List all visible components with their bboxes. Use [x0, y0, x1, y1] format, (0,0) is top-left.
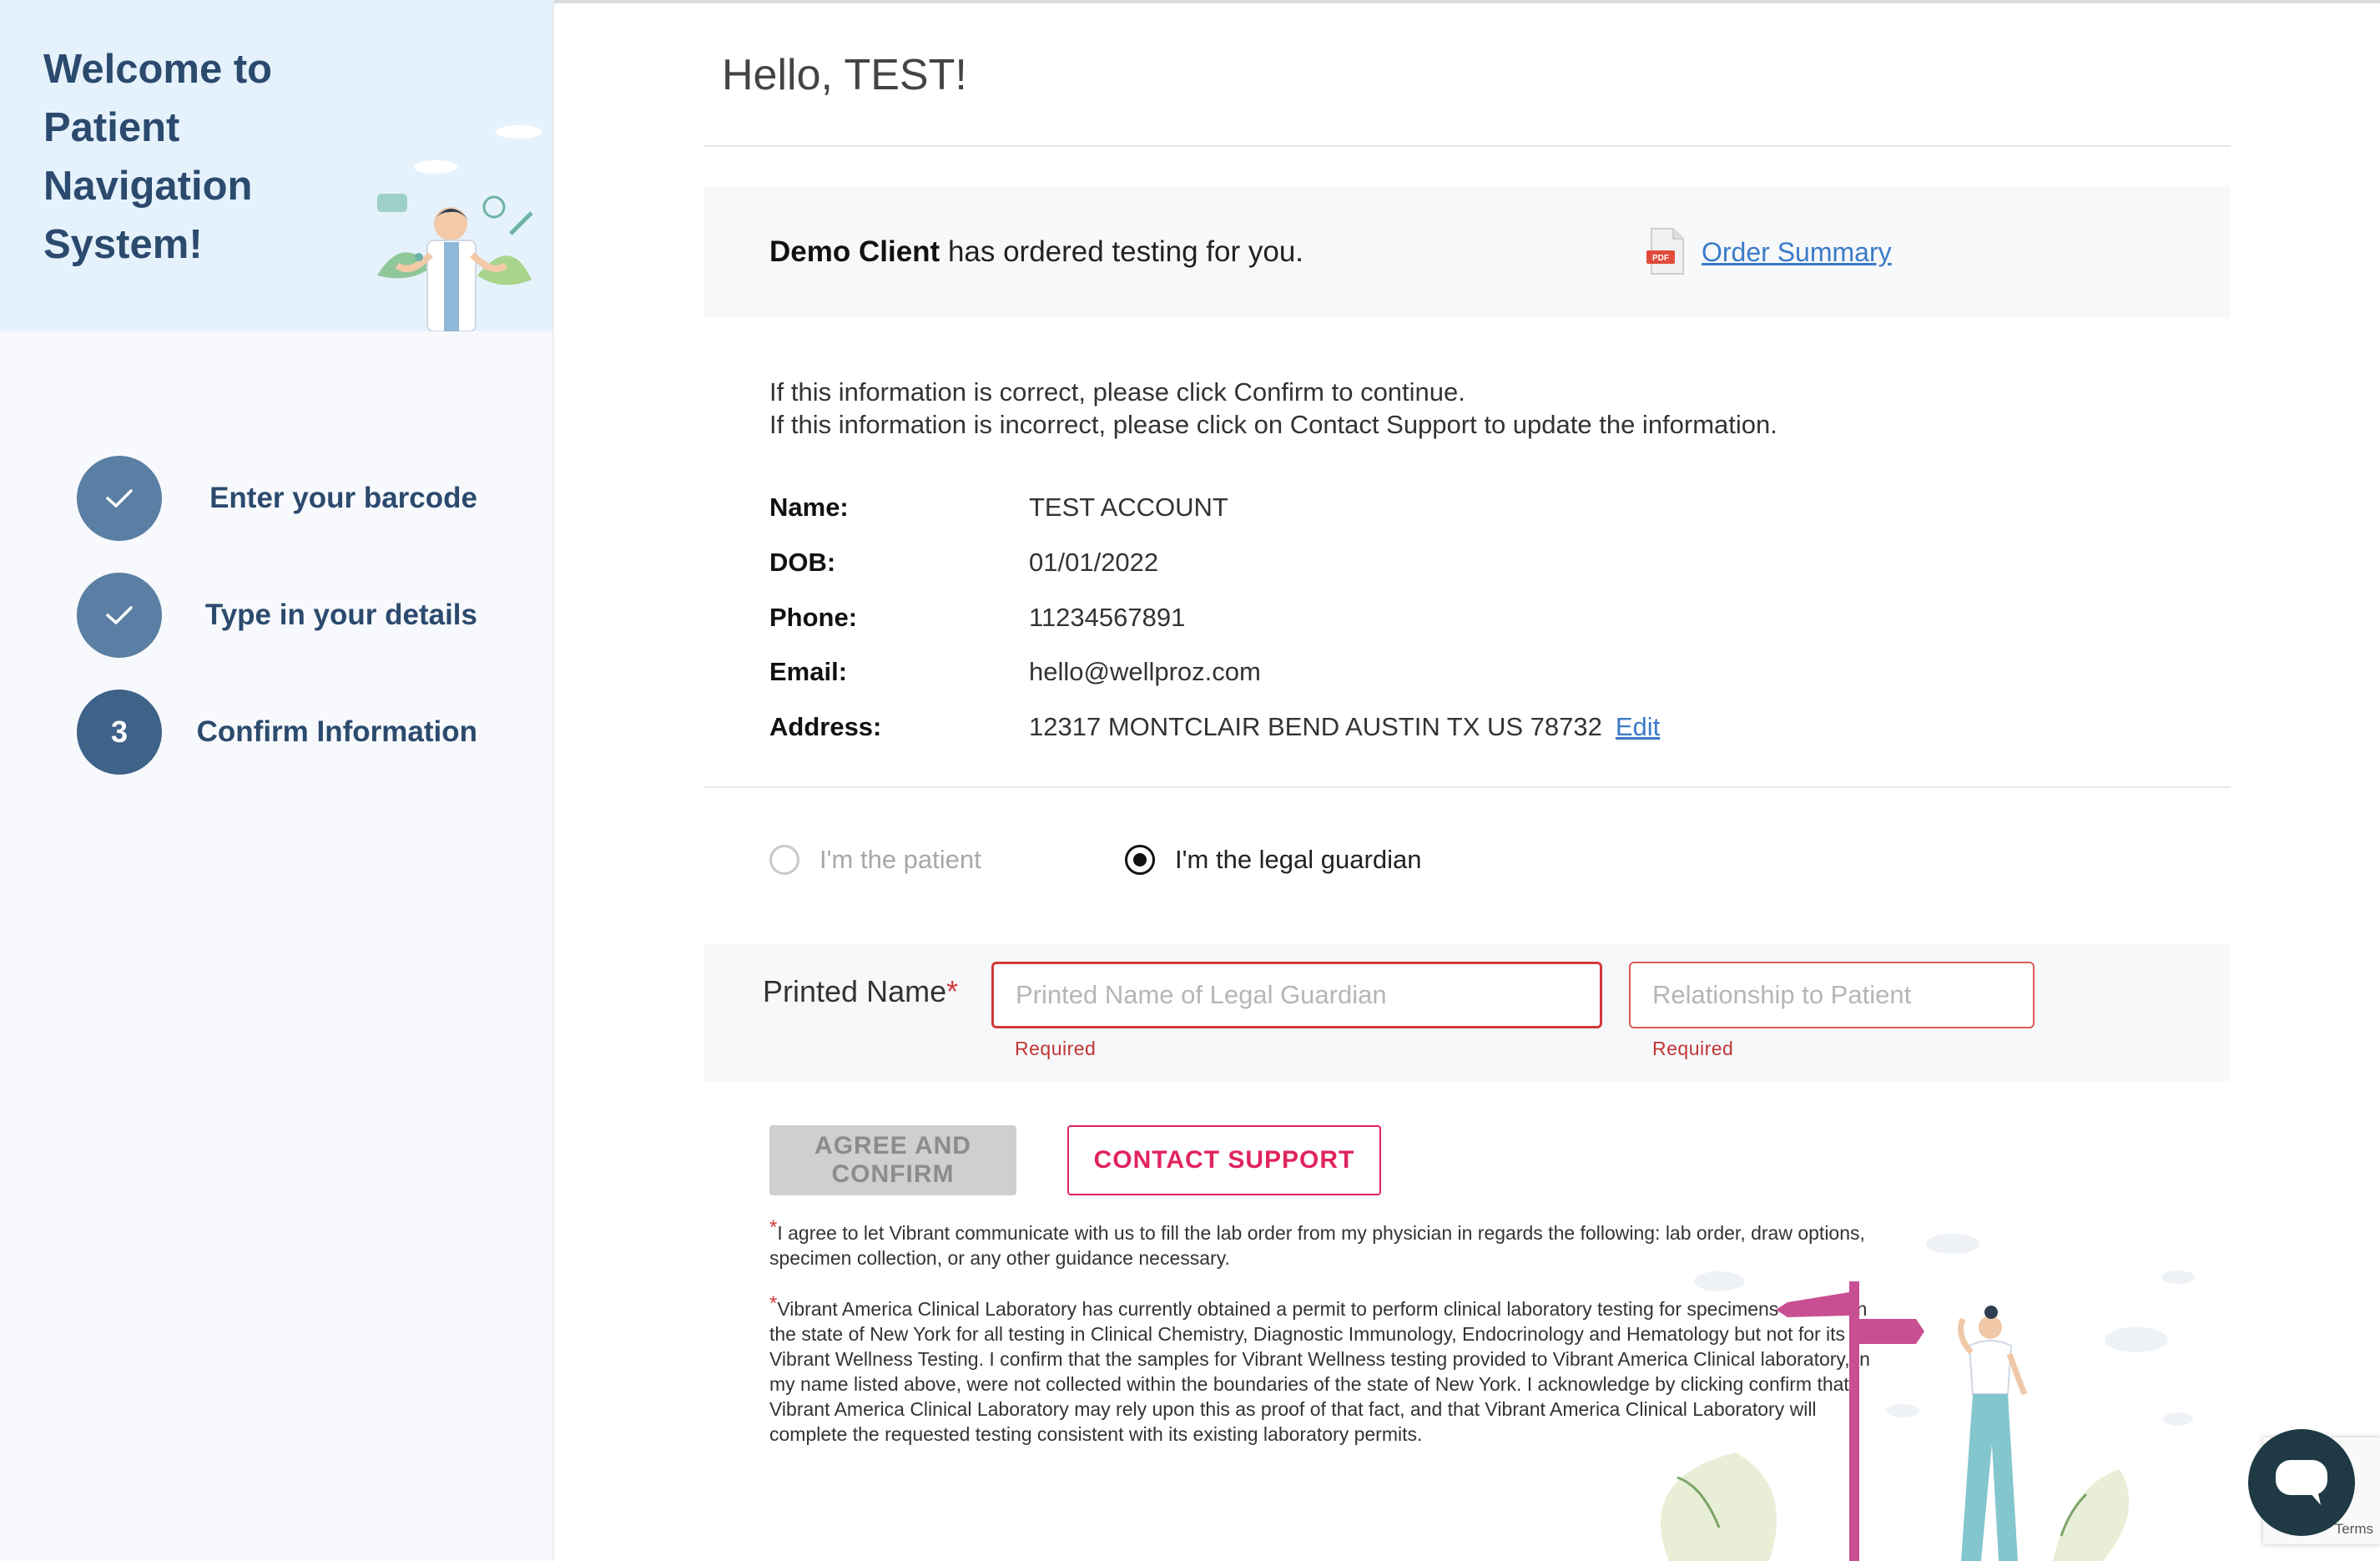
step-number-badge: 3	[77, 690, 162, 775]
phone-label: Phone:	[769, 603, 858, 632]
client-name: Demo Client	[769, 235, 940, 268]
relationship-input[interactable]	[1629, 962, 2035, 1028]
checkmark-icon	[106, 489, 133, 508]
sidebar-header: Welcome to Patient Navigation System!	[0, 0, 552, 331]
chat-bubble-icon	[2276, 1460, 2327, 1505]
agree-confirm-button[interactable]: AGREE AND CONFIRM	[769, 1125, 1016, 1195]
step-confirm-information: 3 Confirm Information	[77, 690, 477, 775]
name-value: TEST ACCOUNT	[1029, 493, 1228, 522]
instruction-line: If this information is incorrect, please…	[769, 410, 1777, 439]
role-option-patient[interactable]: I'm the patient	[769, 839, 981, 881]
relationship-error: Required	[1652, 1038, 1734, 1059]
welcome-title: Welcome to Patient Navigation System!	[43, 47, 273, 267]
radio-unchecked[interactable]	[769, 845, 799, 875]
signature-section: Printed Name* Required Required	[703, 944, 2231, 1081]
email-label: Email:	[769, 657, 848, 686]
order-summary-link[interactable]: Order Summary	[1702, 187, 1892, 317]
printed-name-error: Required	[1015, 1038, 1097, 1059]
checkmark-icon	[106, 606, 133, 624]
order-message-text: has ordered testing for you.	[947, 235, 1304, 268]
step-complete-badge	[77, 456, 162, 541]
role-option-guardian[interactable]: I'm the legal guardian	[1125, 839, 1421, 881]
contact-support-button[interactable]: CONTACT SUPPORT	[1067, 1125, 1381, 1195]
role-option-label: I'm the legal guardian	[1175, 845, 1422, 874]
required-asterisk: *	[769, 1292, 778, 1315]
info-divider	[703, 786, 2231, 788]
signpost-illustration	[1661, 1234, 2195, 1561]
recaptcha-terms[interactable]: Terms	[2335, 1521, 2373, 1538]
step-complete-badge	[77, 573, 162, 658]
printed-name-label: Printed Name*	[763, 974, 959, 1008]
dob-label: DOB:	[769, 548, 836, 577]
chat-button[interactable]	[2248, 1429, 2355, 1536]
printed-name-input[interactable]	[991, 962, 1602, 1028]
step-enter-barcode: Enter your barcode	[77, 456, 477, 541]
header-divider	[703, 145, 2231, 147]
address-value: 12317 MONTCLAIR BEND AUSTIN TX US 78732	[1029, 712, 1602, 741]
step-label: Type in your details	[204, 599, 477, 631]
instructions: If this information is correct, please c…	[769, 376, 1777, 441]
order-banner: Demo Client has ordered testing for you.…	[703, 187, 2231, 317]
name-label: Name:	[769, 493, 849, 522]
address-value-row: 12317 MONTCLAIR BEND AUSTIN TX US 78732 E…	[1029, 712, 1660, 742]
dob-value: 01/01/2022	[1029, 548, 1159, 577]
doctor-illustration	[377, 125, 542, 331]
email-value: hello@wellproz.com	[1029, 657, 1261, 686]
svg-text:PDF: PDF	[1652, 254, 1669, 263]
page-greeting: Hello, TEST!	[722, 51, 967, 99]
required-asterisk: *	[946, 974, 959, 1008]
order-message: Demo Client has ordered testing for you.	[769, 187, 1303, 317]
phone-value: 11234567891	[1029, 603, 1186, 632]
address-label: Address:	[769, 712, 882, 741]
radio-checked[interactable]	[1125, 845, 1155, 875]
instruction-line: If this information is correct, please c…	[769, 377, 1465, 407]
step-label: Confirm Information	[196, 715, 477, 748]
pdf-icon[interactable]: PDF	[1646, 227, 1687, 275]
role-option-label: I'm the patient	[819, 845, 981, 874]
required-asterisk: *	[769, 1216, 778, 1239]
edit-address-link[interactable]: Edit	[1616, 712, 1660, 741]
step-label: Enter your barcode	[209, 482, 477, 514]
step-type-details: Type in your details	[77, 573, 477, 658]
sidebar: Welcome to Patient Navigation System! En…	[0, 0, 554, 1561]
